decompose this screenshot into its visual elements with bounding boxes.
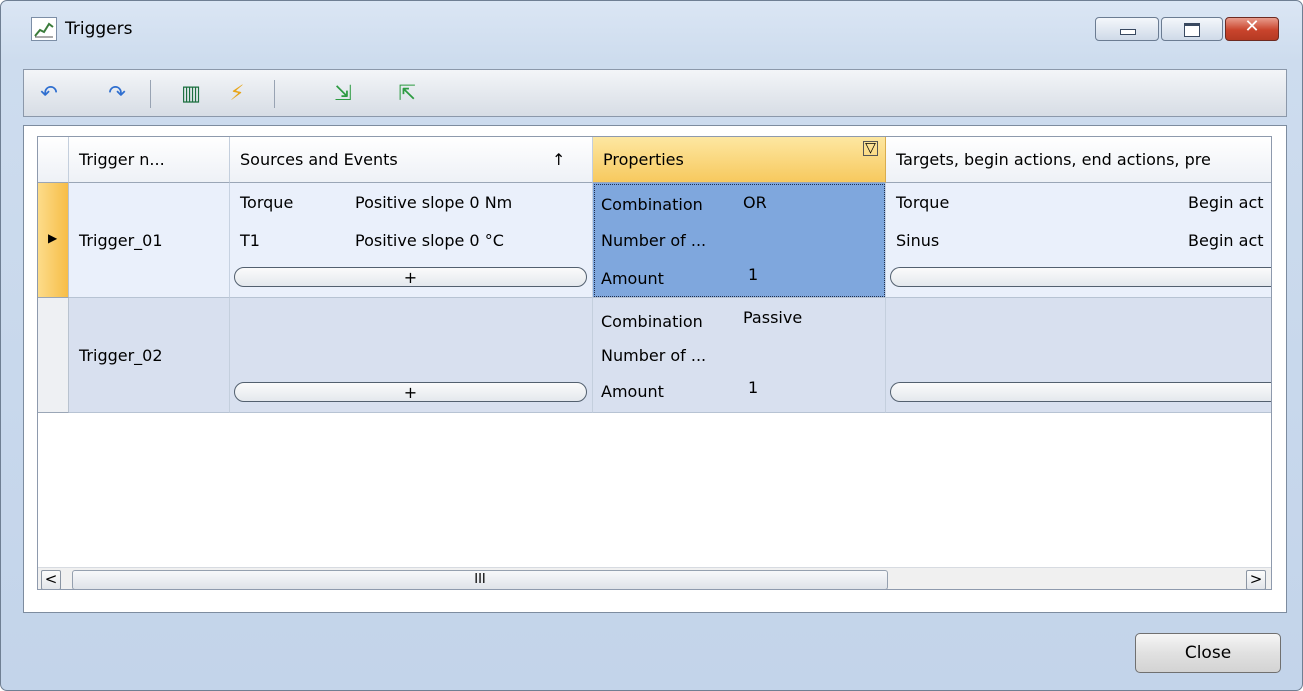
redo-button[interactable]: ↷ — [104, 80, 130, 106]
column-header-label: Trigger n... — [79, 150, 165, 169]
property-value: 1 — [748, 378, 759, 397]
column-header-label: Sources and Events — [240, 150, 398, 169]
column-header-targets[interactable]: Targets, begin actions, end actions, pre — [886, 137, 1271, 183]
toolbar-separator — [150, 80, 151, 108]
row-indicator-active[interactable]: ▶ — [38, 183, 69, 298]
event-description: Positive slope 0 °C — [355, 231, 504, 250]
property-key: Amount — [601, 382, 664, 401]
event-description: Positive slope 0 Nm — [355, 193, 513, 212]
toolbar: ↶ ↷ ▥ ⚡ ⇲ ⇱ — [23, 69, 1287, 117]
cell-properties[interactable]: Combination Passive Number of ... Amount… — [593, 298, 886, 413]
property-key: Combination — [601, 312, 703, 331]
cell-trigger-name[interactable]: Trigger_01 — [69, 183, 230, 298]
horizontal-scrollbar[interactable]: < III > — [38, 567, 1271, 589]
scrollbar-thumb[interactable]: III — [72, 570, 888, 589]
property-value: OR — [743, 193, 767, 212]
property-key: Number of ... — [601, 346, 707, 365]
import-icon: ⇲ — [334, 81, 352, 105]
column-header-label: Properties — [603, 150, 684, 169]
redo-icon: ↷ — [108, 81, 126, 105]
triggers-window: Triggers ✕ ↶ ↷ ▥ ⚡ ⇲ ⇱ Trigger n... Sour… — [0, 0, 1303, 691]
minimize-icon — [1120, 29, 1136, 35]
column-header-properties[interactable]: Properties ▽ — [593, 137, 886, 183]
export-button[interactable]: ⇱ — [394, 80, 420, 106]
property-value: 1 — [748, 265, 759, 284]
target-action: Begin act — [1188, 231, 1264, 250]
import-button[interactable]: ⇲ — [330, 80, 356, 106]
columns-button[interactable]: ▥ — [178, 80, 204, 106]
add-target-button[interactable] — [890, 267, 1271, 287]
target-action: Begin act — [1188, 193, 1264, 212]
header-corner — [38, 137, 69, 183]
toolbar-separator — [274, 80, 275, 108]
title-bar[interactable]: Triggers ✕ — [1, 1, 1302, 59]
trigger-name: Trigger_01 — [79, 231, 163, 250]
cell-targets[interactable]: Torque Begin act Sinus Begin act — [886, 183, 1271, 298]
chart-app-icon — [31, 17, 57, 41]
property-key: Amount — [601, 269, 664, 288]
current-row-icon: ▶ — [48, 231, 58, 245]
property-key: Number of ... — [601, 231, 707, 250]
triggers-grid: Trigger n... Sources and Events ↑ Proper… — [37, 136, 1272, 590]
grid-panel: Trigger n... Sources and Events ↑ Proper… — [23, 125, 1287, 613]
close-icon: ✕ — [1244, 16, 1260, 37]
flash-button[interactable]: ⚡ — [224, 80, 250, 106]
columns-icon: ▥ — [181, 81, 201, 105]
cell-sources-events[interactable]: + — [230, 298, 593, 413]
add-source-button[interactable]: + — [234, 267, 587, 287]
undo-icon: ↶ — [40, 81, 58, 105]
undo-button[interactable]: ↶ — [36, 80, 62, 106]
property-value: Passive — [743, 308, 803, 327]
minimize-button[interactable] — [1095, 17, 1159, 41]
close-button[interactable]: Close — [1135, 633, 1281, 673]
add-target-button[interactable] — [890, 382, 1271, 402]
property-key: Combination — [601, 195, 703, 214]
maximize-button[interactable] — [1161, 17, 1223, 41]
scroll-left-icon[interactable]: < — [41, 570, 61, 589]
trigger-name: Trigger_02 — [79, 346, 163, 365]
column-header-trigger-name[interactable]: Trigger n... — [69, 137, 230, 183]
window-title: Triggers — [65, 19, 133, 39]
sort-ascending-icon: ↑ — [552, 150, 566, 169]
window-close-button[interactable]: ✕ — [1225, 16, 1279, 41]
cell-sources-events[interactable]: Torque Positive slope 0 Nm T1 Positive s… — [230, 183, 593, 298]
column-header-sources-events[interactable]: Sources and Events ↑ — [230, 137, 593, 183]
source-name: Torque — [240, 193, 294, 212]
cell-targets[interactable] — [886, 298, 1271, 413]
source-name: T1 — [240, 231, 260, 250]
export-icon: ⇱ — [398, 81, 416, 105]
column-header-label: Targets, begin actions, end actions, pre — [896, 150, 1211, 169]
filter-icon[interactable]: ▽ — [863, 141, 878, 156]
add-source-button[interactable]: + — [234, 382, 587, 402]
cell-properties-focused[interactable]: Combination OR Number of ... Amount 1 — [593, 183, 886, 298]
flash-icon: ⚡ — [229, 81, 245, 105]
target-name: Torque — [896, 193, 950, 212]
target-name: Sinus — [896, 231, 940, 250]
maximize-icon — [1184, 23, 1200, 37]
scroll-right-icon[interactable]: > — [1246, 570, 1266, 589]
row-indicator[interactable] — [38, 298, 69, 413]
cell-trigger-name[interactable]: Trigger_02 — [69, 298, 230, 413]
